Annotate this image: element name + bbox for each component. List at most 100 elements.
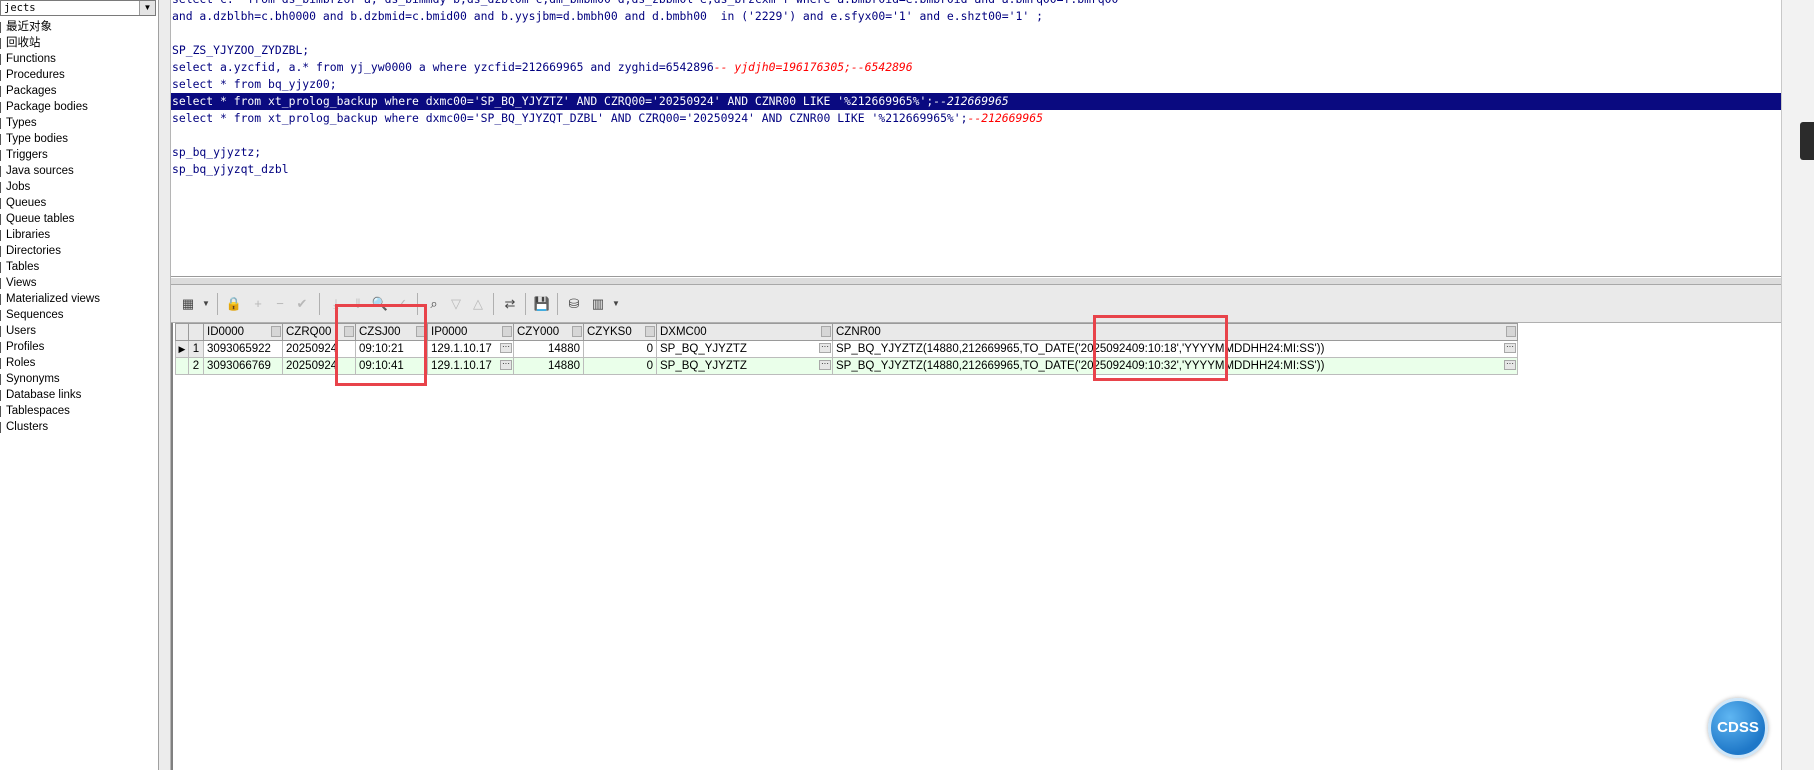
tree-item[interactable]: Types [0, 115, 158, 131]
ellipsis-icon[interactable]: ··· [1504, 343, 1516, 353]
tree-item[interactable]: Database links [0, 387, 158, 403]
grid-cell-dxmc[interactable]: SP_BQ_YJYZTZ ··· [656, 357, 833, 375]
row-number: 1 [188, 340, 204, 358]
tree-item[interactable]: Type bodies [0, 131, 158, 147]
ellipsis-icon[interactable]: ··· [819, 343, 831, 353]
export-icon[interactable]: ⛁ [563, 294, 585, 314]
clear-icon[interactable]: ✓ [391, 294, 413, 314]
grid-cell-dxmc[interactable]: SP_BQ_YJYZTZ ··· [656, 340, 833, 358]
results-grid-area: ID0000 CZRQ00 CZSJ00 IP0000 CZY000 CZYKS… [171, 304, 1783, 770]
ellipsis-icon[interactable]: ··· [500, 360, 512, 370]
column-header[interactable]: CZRQ00 [282, 323, 356, 341]
grid-cell-czyks[interactable]: 0 [583, 357, 657, 375]
tree-item[interactable]: Directories [0, 243, 158, 259]
grid-cell-czyks[interactable]: 0 [583, 340, 657, 358]
query-by-example-icon[interactable]: ⌕ [423, 294, 445, 314]
sql-editor[interactable]: select c.* from ds_bimbrzor a, ds_bimmdy… [171, 0, 1781, 277]
ellipsis-icon[interactable]: ··· [500, 343, 512, 353]
tree-item[interactable]: Roles [0, 355, 158, 371]
column-header[interactable]: CZNR00 [832, 323, 1518, 341]
ellipsis-icon[interactable]: ··· [819, 360, 831, 370]
tree-item[interactable]: Functions [0, 51, 158, 67]
tree-item[interactable]: Views [0, 275, 158, 291]
link-icon[interactable]: ⇄ [499, 294, 521, 314]
filter-up-icon[interactable]: △ [467, 294, 489, 314]
side-tab[interactable] [1800, 122, 1814, 160]
code-line[interactable] [171, 25, 172, 42]
tree-item[interactable]: Packages [0, 83, 158, 99]
grid-cell-cznr[interactable]: SP_BQ_YJYZTZ(14880,212669965,TO_DATE('20… [832, 357, 1518, 375]
grid-cell-czrq[interactable]: 20250924 [282, 340, 356, 358]
grid-cell-cznr[interactable]: SP_BQ_YJYZTZ(14880,212669965,TO_DATE('20… [832, 340, 1518, 358]
tree-item[interactable]: Procedures [0, 67, 158, 83]
column-header[interactable]: CZYKS0 [583, 323, 657, 341]
object-type-combo[interactable]: jects ▼ [0, 0, 156, 16]
splitter[interactable] [159, 0, 171, 770]
tree-item[interactable]: Materialized views [0, 291, 158, 307]
grid-cell-czy[interactable]: 14880 [513, 340, 584, 358]
post-changes-icon[interactable]: ✔ [291, 294, 313, 314]
tree-item[interactable]: Sequences [0, 307, 158, 323]
code-line[interactable]: select * from xt_prolog_backup where dxm… [171, 93, 1781, 110]
grid-cell-id[interactable]: 3093066769 [203, 357, 283, 375]
object-tree: 最近对象 回收站 Functions Procedures Packages Packag… [0, 19, 158, 435]
grid-cell-id[interactable]: 3093065922 [203, 340, 283, 358]
chevron-down-icon[interactable]: ▼ [139, 1, 155, 15]
find-icon[interactable]: 🔍 [369, 294, 391, 314]
column-header[interactable]: ID0000 [203, 323, 283, 341]
tree-item[interactable]: Synonyms [0, 371, 158, 387]
code-line[interactable]: select a.yzcfid, a.* from yj_yw0000 a wh… [171, 59, 913, 76]
tree-item[interactable]: Java sources [0, 163, 158, 179]
tree-item[interactable]: Profiles [0, 339, 158, 355]
delete-record-icon[interactable]: − [269, 294, 291, 314]
code-line[interactable]: select * from bq_yjyz00; [171, 76, 337, 93]
tree-item[interactable]: Jobs [0, 179, 158, 195]
grid-cell-ip[interactable]: 129.1.10.17 ··· [427, 340, 514, 358]
code-line[interactable]: select * from xt_prolog_backup where dxm… [171, 110, 1043, 127]
grid-cell-ip[interactable]: 129.1.10.17 ··· [427, 357, 514, 375]
cdss-badge[interactable]: CDSS [1708, 698, 1768, 758]
column-header[interactable]: IP0000 [427, 323, 514, 341]
grid-cell-czsj[interactable]: 09:10:41 [355, 357, 428, 375]
right-scroll-edge[interactable] [1781, 0, 1814, 770]
column-header[interactable]: CZSJ00 [355, 323, 428, 341]
code-line[interactable]: sp_bq_yjyztz; [171, 144, 261, 161]
grid-cell-czrq[interactable]: 20250924 [282, 357, 356, 375]
tree-item[interactable]: Triggers [0, 147, 158, 163]
editor-results-splitter[interactable] [171, 278, 1781, 285]
code-line[interactable]: SP_ZS_YJYZOO_ZYDZBL; [171, 42, 309, 59]
chevron-down-icon[interactable]: ▼ [605, 294, 627, 314]
code-line[interactable] [171, 127, 172, 144]
column-header[interactable]: DXMC00 [656, 323, 833, 341]
tree-item[interactable]: Queues [0, 195, 158, 211]
code-line[interactable]: and a.dzblbh=c.bh0000 and b.dzbmid=c.bmi… [171, 8, 1043, 25]
table-row[interactable]: 2 3093066769 20250924 09:10:41 129.1.10.17 ··… [175, 357, 1518, 375]
table-row[interactable]: ▶ 1 3093065922 20250924 09:10:21 129.1.10.17 ·… [175, 340, 1518, 358]
grid-cell-czy[interactable]: 14880 [513, 357, 584, 375]
tree-item[interactable]: Libraries [0, 227, 158, 243]
ellipsis-icon[interactable]: ··· [1504, 360, 1516, 370]
fetch-last-icon[interactable]: ⇓ [347, 294, 369, 314]
tree-item[interactable]: Tablespaces [0, 403, 158, 419]
lock-icon[interactable]: 🔒 [223, 294, 245, 314]
code-line[interactable]: select c.* from ds_bimbrzor a, ds_bimmdy… [171, 0, 1118, 8]
code-text: SP_ZS_YJYZOO_ZYDZBL; [172, 43, 310, 57]
row-indicator[interactable] [175, 357, 189, 375]
current-row-indicator[interactable]: ▶ [175, 340, 189, 358]
tree-item[interactable]: Queue tables [0, 211, 158, 227]
column-header[interactable]: CZY000 [513, 323, 584, 341]
tree-item[interactable]: Package bodies [0, 99, 158, 115]
tree-item[interactable]: 最近对象 [0, 19, 158, 35]
tree-item[interactable]: Clusters [0, 419, 158, 435]
chevron-down-icon[interactable]: ▼ [195, 294, 217, 314]
code-line[interactable]: sp_bq_yjyzqt_dzbl [171, 161, 289, 178]
fetch-next-icon[interactable]: ⤓ [325, 294, 347, 314]
grid-cell-czsj[interactable]: 09:10:21 [355, 340, 428, 358]
tree-item[interactable]: Users [0, 323, 158, 339]
tree-item[interactable]: 回收站 [0, 35, 158, 51]
filter-down-icon[interactable]: ▽ [445, 294, 467, 314]
save-icon[interactable]: 💾 [531, 294, 553, 314]
grid-header-row: ID0000 CZRQ00 CZSJ00 IP0000 CZY000 CZYKS… [175, 323, 1518, 341]
add-record-icon[interactable]: + [247, 294, 269, 314]
tree-item[interactable]: Tables [0, 259, 158, 275]
